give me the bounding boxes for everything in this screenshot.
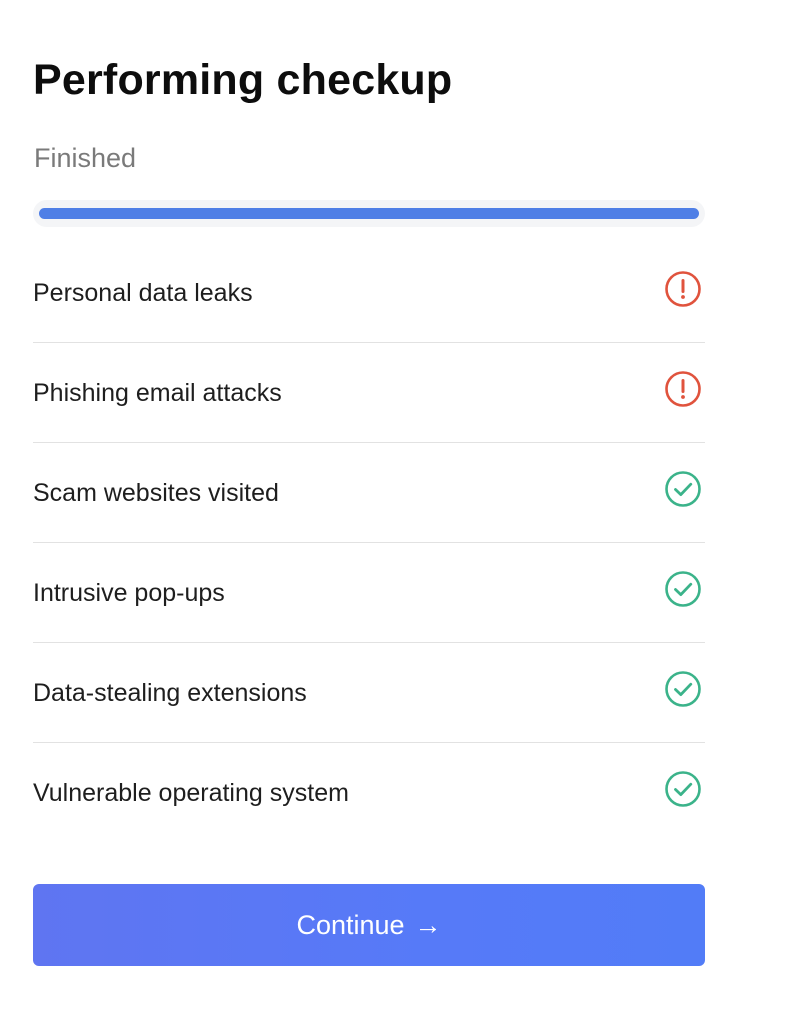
check-item-data-stealing-extensions: Data-stealing extensions: [33, 643, 705, 743]
continue-button-label: Continue: [296, 909, 405, 940]
arrow-right-icon: →: [414, 909, 442, 940]
progress-bar-fill: [39, 208, 699, 219]
check-item-label: Vulnerable operating system: [33, 779, 349, 807]
check-item-phishing-email-attacks: Phishing email attacks: [33, 343, 705, 443]
alert-circle-icon: [664, 270, 702, 308]
check-circle-icon: [664, 470, 702, 508]
check-item-label: Personal data leaks: [33, 279, 253, 307]
check-circle-icon: [664, 670, 702, 708]
check-circle-icon: [664, 570, 702, 608]
check-item-personal-data-leaks: Personal data leaks: [33, 243, 705, 343]
check-item-label: Phishing email attacks: [33, 379, 282, 407]
progress-status-text: Finished: [34, 143, 137, 173]
alert-circle-icon: [664, 370, 702, 408]
check-item-label: Intrusive pop-ups: [33, 579, 225, 607]
check-item-vulnerable-operating-system: Vulnerable operating system: [33, 743, 705, 842]
page-title: Performing checkup: [33, 56, 453, 104]
progress-bar: [33, 200, 705, 227]
checkup-results-list: Personal data leaks Phishing email attac…: [33, 243, 705, 842]
continue-button[interactable]: Continue →: [33, 884, 705, 966]
check-item-scam-websites-visited: Scam websites visited: [33, 443, 705, 543]
check-circle-icon: [664, 770, 702, 808]
check-item-intrusive-pop-ups: Intrusive pop-ups: [33, 543, 705, 643]
check-item-label: Scam websites visited: [33, 479, 279, 507]
check-item-label: Data-stealing extensions: [33, 679, 307, 707]
